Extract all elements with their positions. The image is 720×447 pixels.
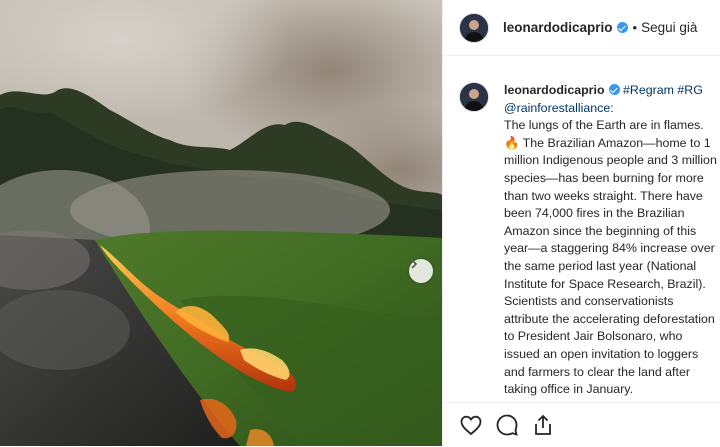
caption-body: The Brazilian Amazon—home to 1 million I… — [504, 135, 717, 397]
share-icon[interactable] — [531, 413, 555, 437]
hashtag-regram[interactable]: #Regram — [623, 83, 674, 97]
comment-bubble-icon[interactable] — [495, 413, 519, 437]
post-image[interactable] — [0, 0, 442, 446]
avatar[interactable] — [459, 82, 489, 112]
separator: • — [632, 20, 638, 35]
profile-photo — [460, 13, 488, 42]
verified-badge-icon — [608, 84, 620, 95]
profile-photo — [460, 83, 488, 111]
caption-first-line: The lungs of the Earth are in flames. — [504, 118, 704, 133]
following-button[interactable]: Segui già — [641, 20, 697, 35]
avatar[interactable] — [459, 12, 489, 43]
burning-forest-photo — [0, 0, 442, 446]
post-header: leonardodicaprio • Segui già — [443, 0, 720, 56]
chevron-right-icon — [411, 259, 418, 269]
verified-badge-icon — [616, 22, 628, 33]
action-bar — [443, 402, 720, 447]
fire-emoji-icon: 🔥 — [504, 135, 520, 150]
next-image-button[interactable] — [409, 259, 433, 283]
hashtag-rg[interactable]: #RG — [677, 83, 702, 97]
post-side-panel: leonardodicaprio • Segui già leonardodic… — [442, 0, 720, 446]
caption-username-link[interactable]: leonardodicaprio — [504, 83, 605, 97]
caption-text-block: leonardodicaprio #Regram #RG @rainforest… — [504, 82, 720, 399]
mention-link[interactable]: @rainforestalliance — [504, 101, 610, 115]
instagram-post: leonardodicaprio • Segui già leonardodic… — [0, 0, 720, 446]
username-link[interactable]: leonardodicaprio — [503, 20, 613, 35]
heart-icon[interactable] — [459, 413, 483, 437]
mention-suffix: : — [610, 100, 614, 115]
